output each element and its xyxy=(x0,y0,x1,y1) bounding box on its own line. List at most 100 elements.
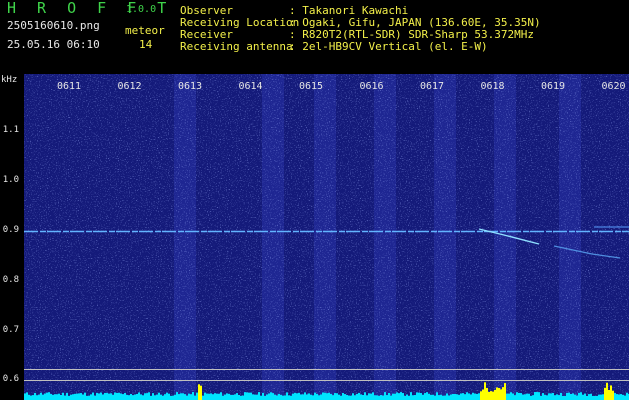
signal-bar xyxy=(224,394,226,400)
signal-bar xyxy=(134,394,136,400)
app-version: 1.0.0 xyxy=(126,4,157,15)
signal-bar xyxy=(496,387,498,400)
y-tick-label: 0.9 xyxy=(2,225,19,235)
signal-bar xyxy=(320,394,322,400)
signal-bar xyxy=(272,393,274,400)
signal-bar xyxy=(432,394,434,400)
signal-bar xyxy=(332,395,334,400)
x-tick-label: 0614 xyxy=(238,81,263,92)
signal-bar xyxy=(228,393,230,400)
signal-bar xyxy=(514,395,516,400)
signal-bar xyxy=(474,393,476,400)
signal-bar xyxy=(566,392,568,400)
date-time: 25.05.16 06:10 xyxy=(7,38,100,51)
signal-bar xyxy=(408,395,410,400)
signal-bar xyxy=(618,394,620,400)
signal-bar xyxy=(352,393,354,400)
signal-bar xyxy=(396,392,398,400)
signal-bar xyxy=(300,394,302,400)
signal-bar xyxy=(140,394,142,400)
signal-bar xyxy=(216,393,218,400)
x-tick-label: 0616 xyxy=(359,81,384,92)
signal-bar xyxy=(446,393,448,400)
signal-bar xyxy=(192,392,194,400)
signal-bar xyxy=(126,394,128,400)
signal-bar xyxy=(60,394,62,400)
signal-bar xyxy=(366,395,368,400)
signal-bar xyxy=(92,392,94,400)
signal-bar xyxy=(194,395,196,400)
signal-bar xyxy=(364,392,366,400)
signal-bar xyxy=(38,394,40,400)
signal-bar xyxy=(162,395,164,400)
signal-bar xyxy=(624,395,626,400)
signal-bar xyxy=(576,395,578,400)
signal-bar xyxy=(626,392,628,400)
signal-bar xyxy=(412,395,414,400)
signal-bar xyxy=(186,395,188,400)
meteor-count: 14 xyxy=(139,38,153,51)
signal-bar xyxy=(406,394,408,400)
signal-bar xyxy=(222,395,224,400)
signal-bar xyxy=(236,393,238,400)
signal-bar xyxy=(508,393,510,400)
signal-bar xyxy=(568,392,570,400)
signal-bar xyxy=(66,392,68,400)
y-tick-label: 0.6 xyxy=(2,374,19,384)
signal-bar xyxy=(172,395,174,400)
signal-bar xyxy=(46,392,48,400)
signal-bar xyxy=(326,393,328,400)
signal-bar xyxy=(128,395,130,400)
signal-bar xyxy=(26,392,28,400)
signal-bar xyxy=(384,392,386,400)
signal-bar xyxy=(278,393,280,400)
signal-bar xyxy=(340,395,342,400)
noise-speckle xyxy=(24,74,629,400)
signal-bar xyxy=(510,392,512,400)
signal-bar xyxy=(476,393,478,400)
signal-bar xyxy=(58,393,60,400)
signal-bar xyxy=(218,393,220,400)
signal-bar xyxy=(504,383,506,400)
signal-bar xyxy=(298,392,300,400)
signal-bar xyxy=(500,389,502,400)
signal-bar xyxy=(164,394,166,400)
signal-bar xyxy=(80,393,82,400)
signal-bar xyxy=(90,394,92,400)
y-tick-label: 0.7 xyxy=(2,325,19,335)
signal-bar xyxy=(106,392,108,400)
signal-bar xyxy=(552,392,554,400)
signal-bar xyxy=(168,393,170,400)
signal-bar xyxy=(344,394,346,400)
signal-bar xyxy=(256,394,258,400)
signal-bar xyxy=(138,392,140,400)
y-tick-label: 1.1 xyxy=(2,125,19,135)
signal-bar xyxy=(64,395,66,400)
signal-bar xyxy=(132,395,134,400)
signal-bar xyxy=(302,394,304,400)
x-tick-label: 0612 xyxy=(117,81,142,92)
signal-bar xyxy=(454,393,456,400)
signal-bar xyxy=(28,394,30,400)
signal-bar xyxy=(114,392,116,400)
signal-bar xyxy=(378,395,380,400)
signal-bar xyxy=(564,395,566,400)
signal-bar xyxy=(306,394,308,400)
signal-bar xyxy=(494,389,496,400)
signal-bar xyxy=(602,394,604,400)
signal-bar xyxy=(478,393,480,400)
signal-bar xyxy=(598,394,600,400)
signal-bar xyxy=(458,394,460,400)
signal-bar xyxy=(112,394,114,400)
signal-bar xyxy=(82,394,84,400)
signal-bar xyxy=(240,395,242,400)
signal-bar xyxy=(268,393,270,400)
signal-bar xyxy=(558,395,560,400)
signal-bar xyxy=(44,393,46,400)
signal-bar xyxy=(226,393,228,400)
signal-bar xyxy=(534,392,536,400)
signal-bar xyxy=(130,393,132,400)
signal-bar xyxy=(382,395,384,400)
file-name: 2505160610.png xyxy=(7,19,100,32)
signal-bar xyxy=(96,392,98,400)
